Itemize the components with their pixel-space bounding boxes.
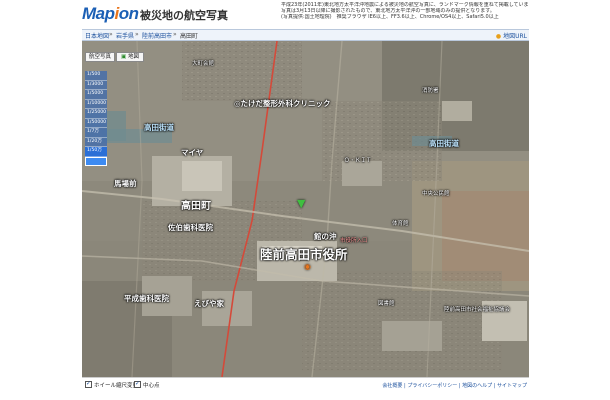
label-takadacho: 高田町: [181, 201, 211, 212]
map-mode-label: 地図: [127, 54, 139, 60]
zoom-level-3[interactable]: 1/5000: [85, 90, 107, 100]
logo-text-on: on: [118, 4, 139, 23]
label-small-3[interactable]: 市役所入口: [340, 236, 368, 244]
breadcrumb-iwate[interactable]: 岩手県: [116, 31, 134, 40]
breadcrumb-separator: »: [135, 31, 139, 38]
zoom-control: 1/500 1/3000 1/5000 1/10000 1/25000 1/50…: [85, 71, 107, 166]
zoom-level-1[interactable]: 1/500: [85, 71, 107, 81]
wheel-zoom-label: ホイール縮尺変更: [94, 383, 139, 389]
link-help[interactable]: 地図のヘルプ: [462, 383, 492, 389]
aerial-map[interactable]: 航空写真 ▣ 地図 1/500 1/3000 1/5000 1/10000 1/…: [82, 41, 529, 377]
label-heisei-dental[interactable]: 平成歯科医院: [124, 293, 169, 304]
breadcrumb-separator: »: [109, 31, 113, 38]
breadcrumb: 日本地図 » 岩手県 » 陸前高田市 » 高田町 ● 地図URL: [82, 29, 529, 41]
center-point-checkbox-box: [134, 380, 141, 388]
label-okit[interactable]: Ｏ・ＫＩＴ: [344, 156, 372, 164]
label-saeki-dental[interactable]: 佐伯歯科医院: [168, 222, 213, 233]
header: Mapion 被災地の航空写真 平成23年(2011年)東北地方太平洋沖地震によ…: [82, 0, 529, 30]
aerial-photo: [82, 41, 529, 377]
footer: ホイール縮尺変更 中心点 会社概要 | プライバシーポリシー | 地図のヘルプ …: [82, 377, 529, 392]
zoom-level-8[interactable]: 1/20万: [85, 137, 107, 147]
breadcrumb-rikuzentakata[interactable]: 陸前高田市: [142, 31, 172, 40]
aerial-photo-button[interactable]: 航空写真: [85, 52, 115, 62]
notice-line-3: (写真提供:国土地理院) 推奨ブラウザ IE6以上、FF3.6以上、Chrome…: [281, 14, 499, 20]
link-privacy[interactable]: プライバシーポリシー: [407, 383, 457, 389]
wheel-zoom-checkbox-box: [85, 380, 92, 388]
zoom-level-4[interactable]: 1/10000: [85, 99, 107, 109]
center-point-label: 中心点: [143, 383, 160, 389]
zoom-level-7[interactable]: 1/7万: [85, 128, 107, 138]
zoom-level-2[interactable]: 1/3000: [85, 80, 107, 90]
label-clinic-text: たけだ整形外科クリニック: [240, 99, 331, 108]
breadcrumb-takadacho: 高田町: [180, 33, 199, 40]
label-ebiya[interactable]: えびや家: [194, 298, 224, 309]
breadcrumb-japan[interactable]: 日本地図: [85, 31, 109, 40]
label-small-5[interactable]: 体育館: [392, 219, 409, 227]
label-small-2[interactable]: 消防署: [422, 86, 439, 94]
footer-links: 会社概要 | プライバシーポリシー | 地図のヘルプ | サイトマップ: [382, 382, 527, 389]
zoom-level-9[interactable]: 1/50万: [85, 147, 107, 157]
breadcrumb-separator: »: [173, 31, 177, 38]
page-title: 被災地の航空写真: [140, 9, 228, 22]
label-small-1[interactable]: 大町会館: [192, 59, 214, 67]
city-hall-marker-icon: ◉: [304, 262, 311, 271]
label-city-hall[interactable]: 陸前高田市役所: [260, 244, 348, 263]
page-frame: Mapion 被災地の航空写真 平成23年(2011年)東北地方太平洋沖地震によ…: [82, 0, 529, 400]
label-takada-kaido-right: 高田街道: [429, 139, 459, 148]
center-point-checkbox[interactable]: 中心点: [134, 380, 160, 389]
zoom-level-5[interactable]: 1/25000: [85, 109, 107, 119]
map-mode-button[interactable]: ▣ 地図: [116, 52, 144, 62]
mapion-logo[interactable]: Mapion: [82, 4, 139, 24]
map-mode-icon: ▣: [121, 54, 127, 60]
map-url-icon: ●: [495, 33, 502, 40]
link-sitemap[interactable]: サイトマップ: [497, 383, 527, 389]
map-url-link[interactable]: ● 地図URL: [496, 31, 527, 40]
wheel-zoom-checkbox[interactable]: ホイール縮尺変更: [85, 380, 139, 389]
label-tachinooki: 館の沖: [314, 232, 337, 241]
label-babamae: 馬場前: [114, 179, 137, 188]
notice-text: 平成23年(2011年)東北地方太平洋沖地震による被災地の航空写真に、ランドマー…: [281, 2, 529, 20]
link-company[interactable]: 会社概要: [382, 383, 402, 389]
map-url-label: 地図URL: [503, 33, 527, 40]
footer-separator: |: [458, 383, 461, 389]
label-chuo-kominkan[interactable]: 中央公民館: [422, 189, 450, 197]
label-clinic[interactable]: ◎たけだ整形外科クリニック: [234, 98, 331, 109]
zoom-slider-handle[interactable]: [85, 156, 107, 166]
label-small-6[interactable]: 陸前高田市社会福祉協議会: [444, 305, 510, 313]
location-pin-icon[interactable]: ▼: [297, 197, 305, 210]
logo-text-map: Map: [82, 4, 115, 23]
label-small-4[interactable]: 図書館: [378, 299, 395, 307]
footer-separator: |: [493, 383, 496, 389]
label-maiya[interactable]: マイヤ: [181, 147, 203, 158]
label-takada-kaido-left: 高田街道: [144, 123, 174, 132]
footer-separator: |: [404, 383, 406, 389]
zoom-level-6[interactable]: 1/50000: [85, 118, 107, 128]
